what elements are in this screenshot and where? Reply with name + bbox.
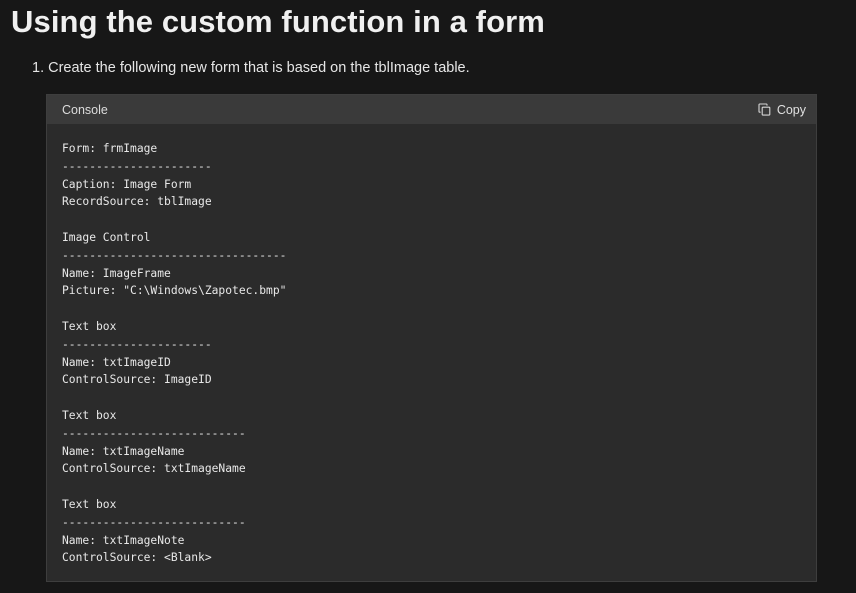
code-line: ControlSource: txtImageName: [62, 462, 246, 476]
code-line: Name: txtImageNote: [62, 533, 185, 547]
code-language-label: Console: [62, 102, 108, 117]
code-content: Form: frmImage ---------------------- Capt…: [47, 124, 816, 567]
step-text: Create the following new form that is ba…: [48, 60, 470, 76]
code-line: RecordSource: tblImage: [62, 195, 212, 209]
code-line: Text box: [62, 319, 117, 333]
copy-button[interactable]: Copy: [758, 103, 806, 117]
copy-label: Copy: [776, 102, 806, 117]
code-line: Text box: [62, 497, 117, 511]
code-line: ---------------------------: [62, 426, 246, 440]
code-line: Name: txtImageID: [62, 355, 171, 369]
code-line: ControlSource: <Blank>: [62, 551, 212, 565]
code-block: Console Copy Form: frmImage -------------…: [46, 94, 817, 582]
code-line: Image Control: [62, 230, 151, 244]
code-line: ---------------------------: [62, 515, 246, 529]
steps-list: 1. Create the following new form that is …: [32, 58, 470, 78]
copy-icon: [758, 103, 771, 116]
code-line: ----------------------: [62, 337, 212, 351]
code-line: Name: txtImageName: [62, 444, 185, 458]
code-line: ---------------------------------: [62, 248, 287, 262]
code-line: Picture: "C:\Windows\Zapotec.bmp": [62, 284, 287, 298]
code-line: ControlSource: ImageID: [62, 373, 212, 387]
step-item: 1. Create the following new form that is …: [32, 58, 470, 78]
code-block-header: Console Copy: [47, 95, 816, 124]
code-line: Form: frmImage: [62, 142, 158, 155]
step-number: 1.: [32, 60, 45, 76]
code-line: Name: ImageFrame: [62, 266, 171, 280]
code-line: Caption: Image Form: [62, 177, 192, 191]
code-line: ----------------------: [62, 159, 212, 173]
page-title: Using the custom function in a form: [11, 4, 545, 39]
code-line: Text box: [62, 408, 117, 422]
